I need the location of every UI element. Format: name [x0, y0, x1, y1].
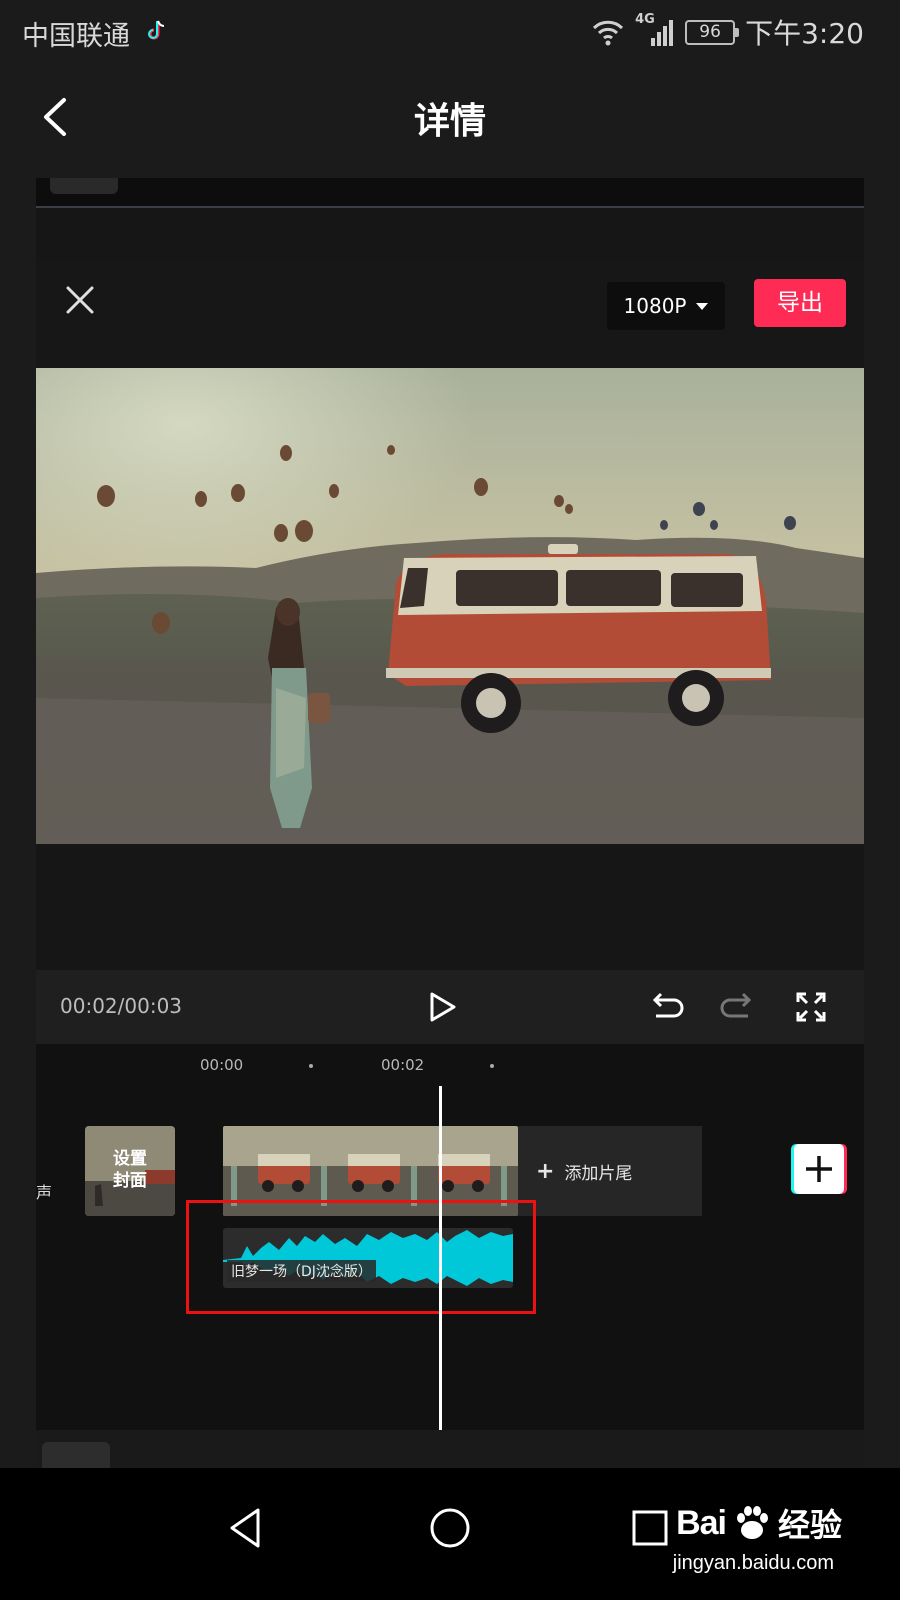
- watermark-brand-tail: 经验: [777, 1506, 842, 1544]
- nav-recents-icon[interactable]: [626, 1504, 674, 1552]
- signal-4g-icon: 4G: [635, 12, 675, 48]
- page-title: 详情: [413, 101, 486, 142]
- carrier-name: 中国联通: [22, 21, 130, 52]
- add-clip-button[interactable]: [794, 1144, 844, 1194]
- status-bar: 中国联通 4G 96 下午3:20: [0, 0, 900, 62]
- ruler-tick-2: 00:02: [381, 1056, 425, 1074]
- add-ending-label: 添加片尾: [564, 1163, 633, 1184]
- timeline-panel[interactable]: 00:00 00:02 声 设置 封面 + 添加片尾 旧梦一场（DJ沈念版）: [36, 1044, 864, 1468]
- nav-home-icon[interactable]: [426, 1504, 474, 1552]
- previous-image-strip: [36, 178, 864, 208]
- editor-screenshot: 1080P 导出 00:02/00:03 00:00 00:02 声 设置 封面…: [36, 178, 864, 1468]
- strip-tab: [50, 178, 118, 194]
- export-button[interactable]: 导出: [754, 279, 846, 327]
- app-header: 详情: [0, 62, 900, 174]
- fullscreen-icon[interactable]: [792, 988, 830, 1026]
- bottom-toolbar: [36, 1430, 864, 1468]
- nav-back-icon[interactable]: [222, 1504, 270, 1552]
- tiktok-notification-icon: [148, 20, 165, 40]
- resolution-dropdown[interactable]: 1080P: [607, 282, 725, 330]
- play-icon[interactable]: [422, 988, 460, 1026]
- wifi-icon: [593, 20, 624, 46]
- plus-icon: +: [536, 1158, 555, 1184]
- close-icon[interactable]: [60, 280, 100, 320]
- playback-controls: 00:02/00:03: [36, 970, 864, 1044]
- redo-icon[interactable]: [720, 988, 758, 1026]
- playhead[interactable]: [439, 1086, 442, 1450]
- resolution-value: 1080P: [623, 294, 687, 318]
- watermark-url: jingyan.baidu.com: [672, 1552, 834, 1574]
- add-ending-button[interactable]: + 添加片尾: [518, 1126, 702, 1216]
- editor-toolbar: 1080P 导出: [36, 260, 864, 368]
- timecode: 00:02/00:03: [60, 994, 183, 1018]
- undo-icon[interactable]: [646, 988, 684, 1026]
- set-cover-label: 设置 封面: [113, 1149, 147, 1191]
- battery-indicator: 96: [685, 19, 740, 45]
- watermark-brand: Bai: [676, 1503, 727, 1542]
- toolbar-tab[interactable]: [42, 1442, 110, 1468]
- baidu-watermark: Bai 经验: [676, 1500, 842, 1546]
- highlight-box: [186, 1200, 536, 1314]
- ruler-tick-0: 00:00: [200, 1056, 244, 1074]
- set-cover-button[interactable]: 设置 封面: [85, 1126, 175, 1216]
- clock: 下午3:20: [745, 17, 864, 50]
- track-side-label: 声: [36, 1183, 53, 1202]
- ruler-dot: [309, 1064, 313, 1068]
- ruler-dot: [490, 1064, 494, 1068]
- video-preview[interactable]: [36, 368, 864, 844]
- chevron-down-icon: [696, 302, 709, 310]
- baidu-paw-icon: [736, 1506, 768, 1539]
